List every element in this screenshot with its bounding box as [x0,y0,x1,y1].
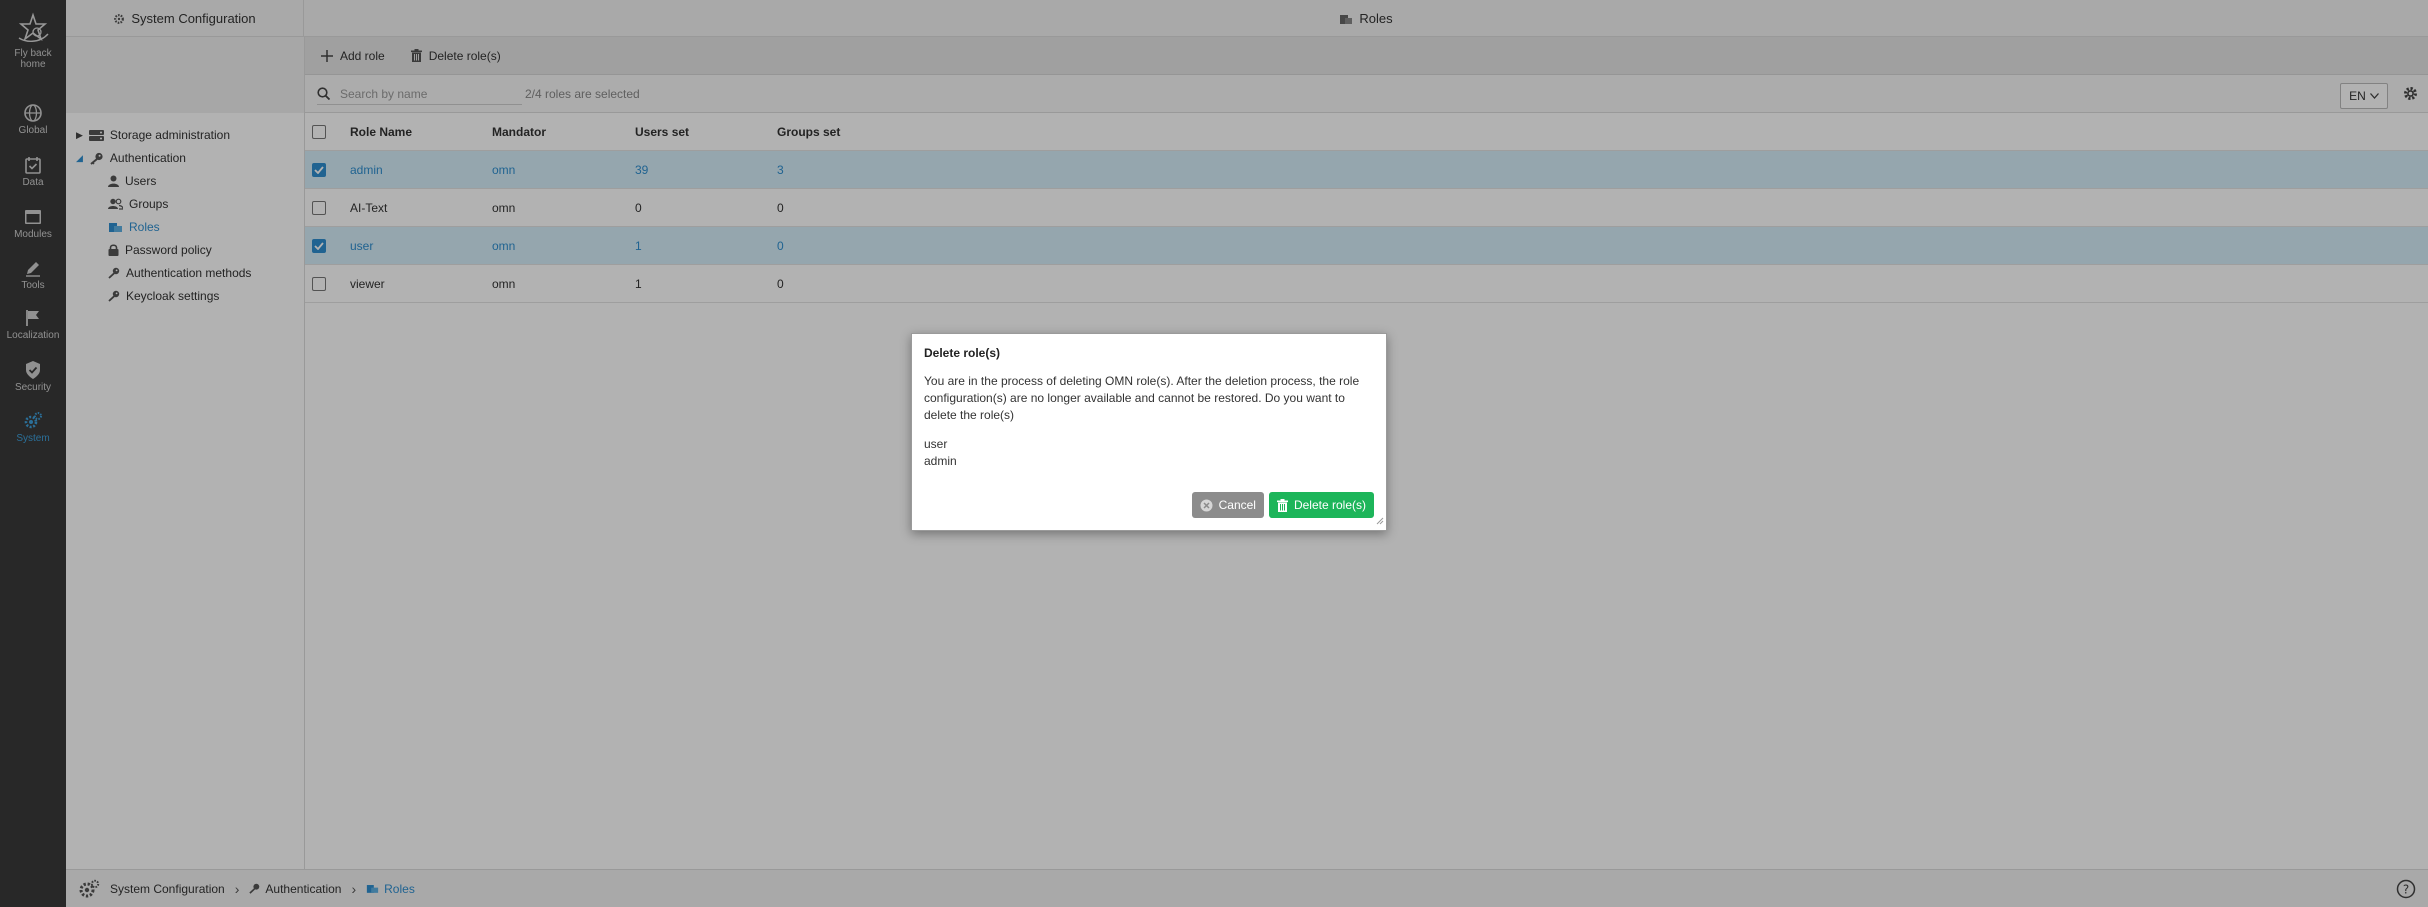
dialog-role-item: admin [924,454,957,468]
dialog-title: Delete role(s) [924,346,1001,360]
delete-roles-dialog: Delete role(s) You are in the process of… [911,333,1387,531]
dialog-role-item: user [924,437,948,451]
confirm-delete-button[interactable]: Delete role(s) [1268,492,1374,518]
confirm-delete-label: Delete role(s) [1293,498,1366,512]
dialog-buttons: Cancel Delete role(s) [1191,492,1374,518]
trash-icon [1276,498,1288,512]
dialog-message: You are in the process of deleting OMN r… [924,374,1360,422]
cancel-label: Cancel [1218,498,1256,512]
cancel-button[interactable]: Cancel [1191,492,1264,518]
resize-grip-icon[interactable] [1376,513,1384,528]
close-circle-icon [1200,499,1213,511]
